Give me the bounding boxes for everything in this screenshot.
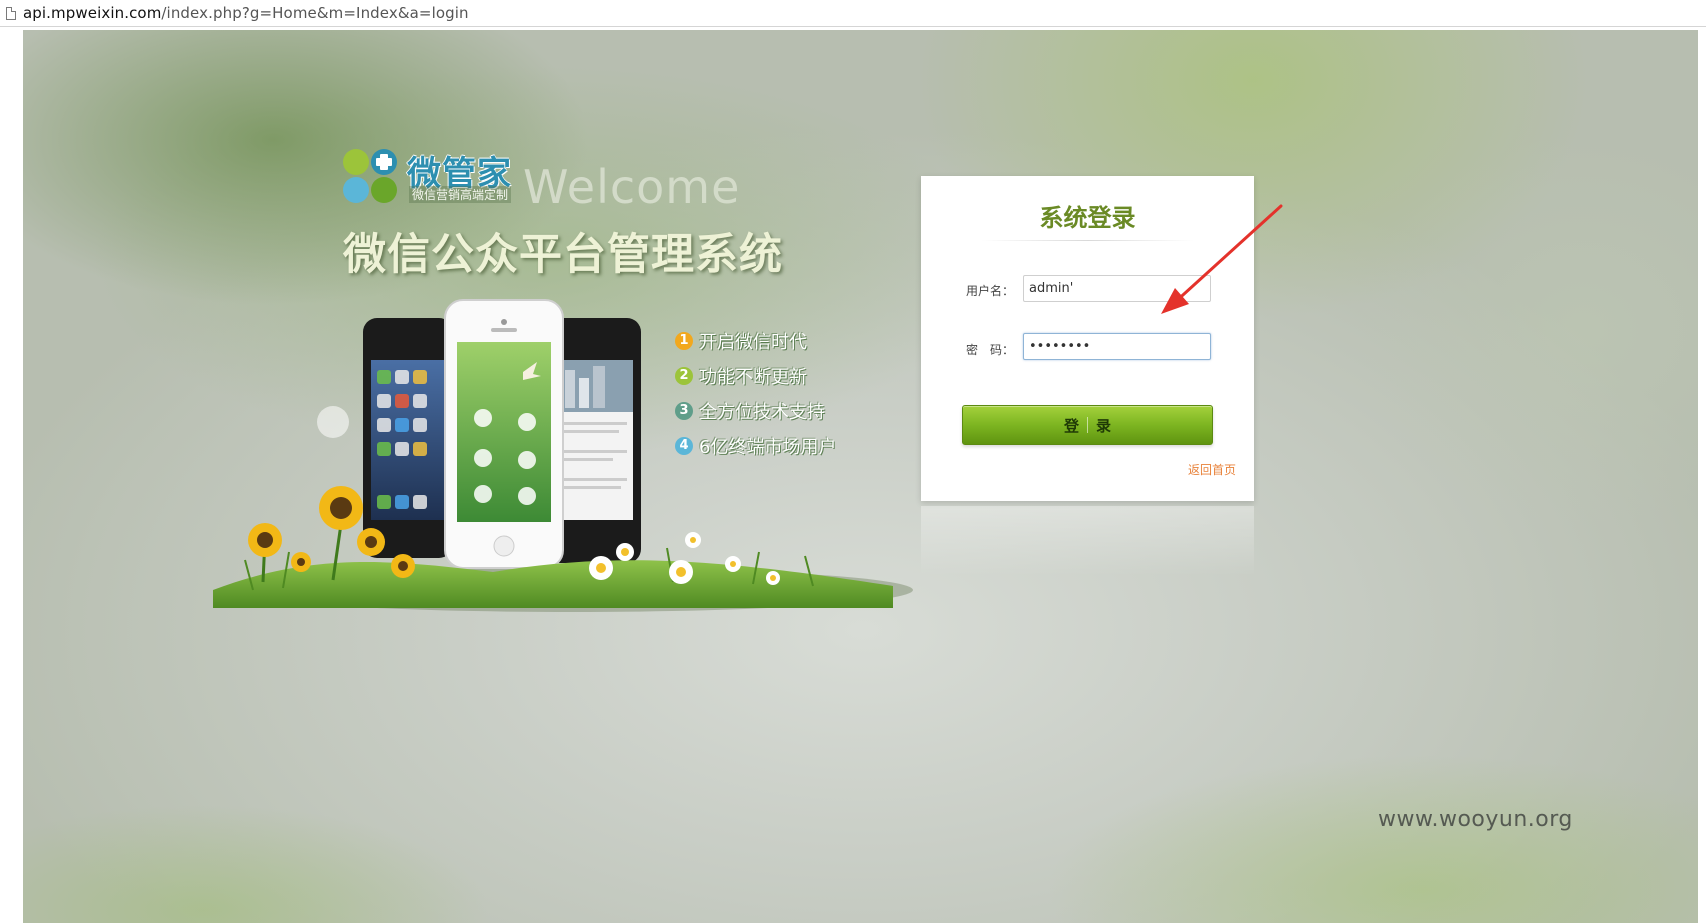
feature-item: 1 开启微信时代: [675, 323, 836, 358]
watermark: www.wooyun.org: [1378, 807, 1573, 832]
system-title: 微信公众平台管理系统: [343, 230, 783, 280]
phone-left: [363, 318, 453, 558]
welcome-text: Welcome: [523, 160, 741, 214]
login-panel-reflection: [921, 506, 1254, 576]
feature-text: 开启微信时代: [699, 331, 807, 353]
feature-number: 2: [675, 366, 693, 385]
feature-number: 1: [675, 331, 693, 350]
feature-item: 4 6亿终端市场用户: [675, 428, 836, 463]
feature-text: 全方位技术支持: [699, 401, 825, 423]
login-button-label-left: 登: [1063, 416, 1079, 435]
feature-item: 2 功能不断更新: [675, 358, 836, 393]
login-page-background: 微管家 微信营销高端定制 Welcome 微信公众平台管理系统 1 开启微信时代…: [23, 30, 1706, 923]
feature-list: 1 开启微信时代 2 功能不断更新 3 全方位技术支持 4 6亿终端市场用户: [675, 323, 836, 463]
annotation-arrow-icon: [1161, 204, 1283, 314]
feature-text: 功能不断更新: [699, 366, 807, 388]
login-button-label-right: 录: [1096, 416, 1112, 435]
login-button[interactable]: 登 录: [962, 405, 1213, 445]
page-icon: [6, 6, 16, 20]
button-separator: [1087, 417, 1088, 433]
username-label: 用户名：: [966, 284, 1015, 298]
logo-icon: [343, 149, 397, 203]
feature-text: 6亿终端市场用户: [699, 436, 837, 458]
phone-center: [444, 299, 564, 569]
url-text[interactable]: api.mpweixin.com/index.php?g=Home&m=Inde…: [23, 4, 469, 22]
address-bar[interactable]: api.mpweixin.com/index.php?g=Home&m=Inde…: [0, 0, 1706, 27]
password-label: 密 码：: [966, 343, 1015, 357]
feature-number: 3: [675, 401, 693, 420]
feature-item: 3 全方位技术支持: [675, 393, 836, 428]
password-input[interactable]: [1023, 333, 1211, 360]
back-home-link[interactable]: 返回首页: [1188, 461, 1236, 478]
feature-number: 4: [675, 436, 693, 455]
logo-tagline: 微信营销高端定制: [409, 186, 512, 203]
